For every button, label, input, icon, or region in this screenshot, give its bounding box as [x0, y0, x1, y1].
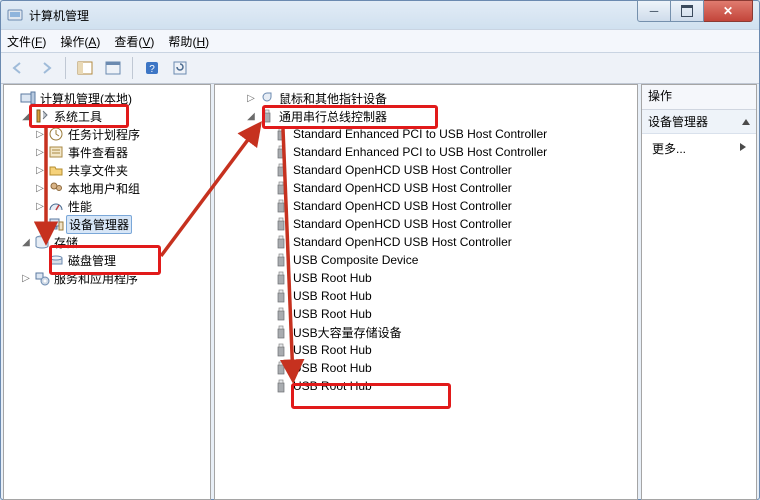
menu-help[interactable]: 帮助(H)	[168, 33, 209, 50]
menu-view[interactable]: 查看(V)	[114, 33, 154, 50]
device-tree-pane: ▷ 鼠标和其他指针设备 ◢ 通用串行总线控制器 ▷Standard Enhanc…	[214, 84, 638, 500]
device-manager-icon	[48, 216, 64, 232]
tree-event-viewer[interactable]: ▷ 事件查看器	[6, 143, 208, 161]
usb-icon	[273, 378, 289, 394]
forward-button[interactable]	[33, 55, 59, 81]
device-node-usb-child[interactable]: ▷USB Root Hub	[217, 305, 635, 323]
actions-pane: 操作 设备管理器 更多...	[641, 84, 757, 500]
device-node-usb-child[interactable]: ▷USB Root Hub	[217, 269, 635, 287]
toolbar: ?	[1, 53, 759, 84]
refresh-button[interactable]	[167, 55, 193, 81]
app-icon	[7, 7, 23, 23]
task-scheduler-icon	[48, 126, 64, 142]
device-node-usb-child[interactable]: ▷USB Root Hub	[217, 287, 635, 305]
usb-icon	[273, 270, 289, 286]
device-node-usb-child[interactable]: ▷USB Composite Device	[217, 251, 635, 269]
app-window: 计算机管理 ─ ✕ 文件(F) 操作(A) 查看(V) 帮助(H) ?	[0, 0, 760, 500]
usb-icon	[273, 342, 289, 358]
usb-icon	[273, 162, 289, 178]
disk-mgmt-icon	[48, 252, 64, 268]
expand-icon[interactable]: ▷	[34, 129, 46, 140]
actions-more[interactable]: 更多...	[642, 134, 756, 163]
show-hide-tree-button[interactable]	[72, 55, 98, 81]
titlebar[interactable]: 计算机管理 ─ ✕	[1, 1, 759, 29]
expand-icon[interactable]: ▷	[245, 93, 257, 104]
minimize-button[interactable]: ─	[637, 0, 671, 22]
expand-icon[interactable]: ◢	[20, 111, 32, 122]
actions-context[interactable]: 设备管理器	[642, 110, 756, 134]
menu-action[interactable]: 操作(A)	[60, 33, 100, 50]
window-title: 计算机管理	[29, 7, 89, 24]
users-groups-icon	[48, 180, 64, 196]
device-node-usb-controllers[interactable]: ◢ 通用串行总线控制器	[217, 107, 635, 125]
usb-icon	[273, 216, 289, 232]
tree-system-tools[interactable]: ◢ 系统工具	[6, 107, 208, 125]
close-button[interactable]: ✕	[704, 0, 753, 22]
tree-services-apps[interactable]: ▷ 服务和应用程序	[6, 269, 208, 287]
device-node-usb-child[interactable]: ▷USB Root Hub	[217, 377, 635, 395]
expand-icon[interactable]: ▷	[34, 183, 46, 194]
device-node-usb-child[interactable]: ▷USB Root Hub	[217, 341, 635, 359]
help-button[interactable]: ?	[139, 55, 165, 81]
device-node-usb-child[interactable]: ▷Standard OpenHCD USB Host Controller	[217, 197, 635, 215]
tree-storage[interactable]: ◢ 存储	[6, 233, 208, 251]
usb-icon	[273, 288, 289, 304]
collapse-icon	[742, 119, 750, 125]
device-node-mice[interactable]: ▷ 鼠标和其他指针设备	[217, 89, 635, 107]
actions-header: 操作	[642, 85, 756, 110]
usb-icon	[259, 108, 275, 124]
usb-icon	[273, 252, 289, 268]
properties-button[interactable]	[100, 55, 126, 81]
system-tools-icon	[34, 108, 50, 124]
menu-file[interactable]: 文件(F)	[7, 33, 46, 50]
usb-icon	[273, 324, 289, 340]
device-node-usb-child[interactable]: ▷Standard Enhanced PCI to USB Host Contr…	[217, 125, 635, 143]
chevron-right-icon	[740, 143, 746, 151]
expand-icon[interactable]: ◢	[20, 237, 32, 248]
tree-performance[interactable]: ▷ 性能	[6, 197, 208, 215]
device-node-usb-child[interactable]: ▷Standard OpenHCD USB Host Controller	[217, 161, 635, 179]
svg-text:?: ?	[149, 64, 155, 75]
usb-icon	[273, 198, 289, 214]
console-tree-pane: ▷ 计算机管理(本地) ◢ 系统工具 ▷ 任务计划程序 ▷ 事件	[3, 84, 211, 500]
event-viewer-icon	[48, 144, 64, 160]
device-node-usb-child[interactable]: ▷USB Root Hub	[217, 359, 635, 377]
maximize-button[interactable]	[671, 0, 704, 22]
usb-icon	[273, 306, 289, 322]
tree-root-computer-mgmt[interactable]: ▷ 计算机管理(本地)	[6, 89, 208, 107]
tree-local-users-groups[interactable]: ▷ 本地用户和组	[6, 179, 208, 197]
usb-icon	[273, 234, 289, 250]
expand-icon[interactable]: ▷	[20, 273, 32, 284]
console-tree[interactable]: ▷ 计算机管理(本地) ◢ 系统工具 ▷ 任务计划程序 ▷ 事件	[4, 85, 210, 499]
usb-icon	[273, 180, 289, 196]
device-node-usb-child[interactable]: ▷Standard OpenHCD USB Host Controller	[217, 179, 635, 197]
expand-icon[interactable]: ▷	[34, 165, 46, 176]
storage-icon	[34, 234, 50, 250]
expand-icon[interactable]: ▷	[34, 147, 46, 158]
usb-icon	[273, 144, 289, 160]
client-area: ▷ 计算机管理(本地) ◢ 系统工具 ▷ 任务计划程序 ▷ 事件	[1, 84, 759, 500]
usb-icon	[273, 126, 289, 142]
usb-icon	[273, 360, 289, 376]
mouse-icon	[259, 90, 275, 106]
device-node-usb-child[interactable]: ▷USB大容量存储设备	[217, 323, 635, 341]
device-node-usb-child[interactable]: ▷Standard OpenHCD USB Host Controller	[217, 233, 635, 251]
tree-shared-folders[interactable]: ▷ 共享文件夹	[6, 161, 208, 179]
device-tree[interactable]: ▷ 鼠标和其他指针设备 ◢ 通用串行总线控制器 ▷Standard Enhanc…	[215, 85, 637, 499]
shared-folders-icon	[48, 162, 64, 178]
computer-mgmt-icon	[20, 90, 36, 106]
device-node-usb-child[interactable]: ▷Standard OpenHCD USB Host Controller	[217, 215, 635, 233]
expand-icon[interactable]: ◢	[245, 111, 257, 122]
tree-disk-mgmt[interactable]: ▷ 磁盘管理	[6, 251, 208, 269]
expand-icon[interactable]: ▷	[34, 201, 46, 212]
performance-icon	[48, 198, 64, 214]
tree-device-manager[interactable]: ▷ 设备管理器	[6, 215, 208, 233]
tree-task-scheduler[interactable]: ▷ 任务计划程序	[6, 125, 208, 143]
window-controls: ─ ✕	[637, 0, 753, 22]
back-button[interactable]	[5, 55, 31, 81]
services-apps-icon	[34, 270, 50, 286]
menubar: 文件(F) 操作(A) 查看(V) 帮助(H)	[1, 29, 759, 53]
device-node-usb-child[interactable]: ▷Standard Enhanced PCI to USB Host Contr…	[217, 143, 635, 161]
